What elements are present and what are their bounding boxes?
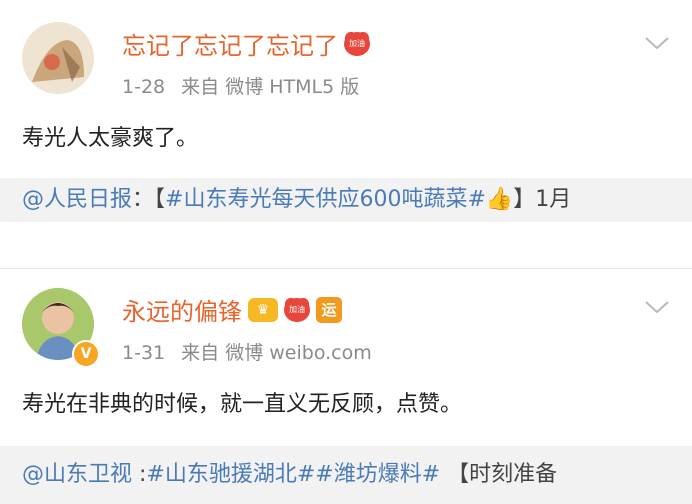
mention-link[interactable]: @山东卫视 [22,462,132,487]
user-avatar[interactable] [22,22,94,94]
post-date: 1-28 [122,76,166,98]
heart-badge-icon: 加油 [344,31,370,56]
topic-link[interactable]: #山东寿光每天供应600吨蔬菜# [165,187,486,212]
username-text[interactable]: 永远的偏锋 [122,292,242,327]
post-content: 寿光在非典的时候，就一直义无反顾，点赞。 [22,392,463,417]
crown-icon: ♛ [248,297,278,322]
weibo-post: 忘记了忘记了忘记了 加油 1-28 来自 微博 HTML5 版 寿光人太豪爽了。… [0,0,692,222]
topic-link[interactable]: #山东驰援湖北# [146,462,315,487]
verified-mark: V [80,346,92,362]
weibo-post: V 永远的偏锋 ♛ 加油 运 1-31 来自 微博 weibo.com 寿光在非… [0,270,692,504]
post-source: 来自 微博 weibo.com [181,342,372,364]
post-meta: 1-28 来自 微博 HTML5 版 [122,72,369,99]
chevron-down-icon[interactable] [644,300,670,314]
post-content: 寿光人太豪爽了。 [22,126,199,151]
topic-link[interactable]: #潍坊爆料# [315,462,440,487]
thumbs-up-icon: 👍 [485,187,514,212]
divider-line [0,268,692,269]
heart-badge-icon: 加油 [284,297,310,322]
username[interactable]: 忘记了忘记了忘记了 加油 [122,26,370,61]
repost-sep: ：【 [132,187,166,212]
badge-label: 加油 [349,38,365,48]
post-meta: 1-31 来自 微博 weibo.com [122,338,382,365]
mention-link[interactable]: @人民日报 [22,187,132,212]
repost-box[interactable]: @人民日报：【#山东寿光每天供应600吨蔬菜#👍】1月 [0,178,692,222]
yun-badge-icon: 运 [316,296,342,323]
post-date: 1-31 [122,342,166,364]
repost-sep: : [132,462,147,487]
repost-box[interactable]: @山东卫视 :#山东驰援湖北##潍坊爆料# 【时刻准备 [0,446,692,504]
post-divider [0,222,692,266]
verified-badge-icon: V [72,340,100,368]
chevron-down-icon[interactable] [644,36,670,50]
post-source: 来自 微博 HTML5 版 [181,76,360,98]
username-text[interactable]: 忘记了忘记了忘记了 [122,26,338,61]
username[interactable]: 永远的偏锋 ♛ 加油 运 [122,292,342,327]
badge-label: 加油 [289,304,305,314]
repost-tail: 【时刻准备 [440,462,558,487]
repost-tail: 】1月 [513,187,572,212]
